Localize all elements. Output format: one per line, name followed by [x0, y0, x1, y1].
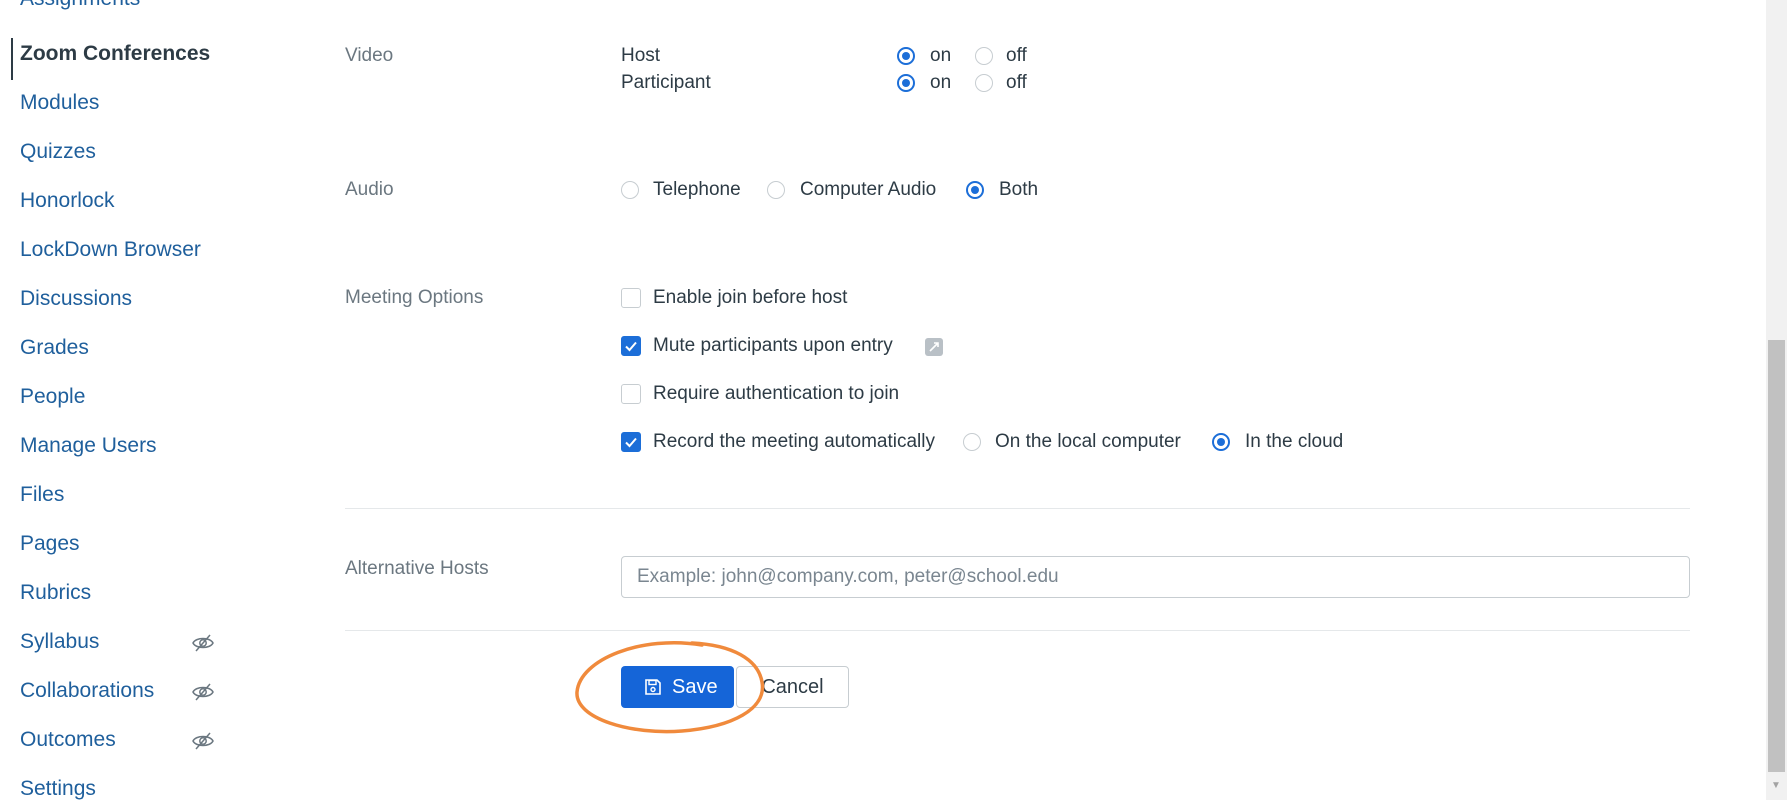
audio-both-radio[interactable] — [966, 181, 984, 199]
record-local-radio[interactable] — [963, 433, 981, 451]
sidebar-item-quizzes[interactable]: Quizzes — [20, 137, 96, 167]
host-video-off-label: off — [1006, 45, 1027, 66]
record-local-label: On the local computer — [995, 431, 1181, 452]
cancel-button[interactable]: Cancel — [736, 666, 849, 708]
eye-slash-icon — [192, 634, 214, 652]
host-video-on-label: on — [930, 45, 952, 66]
sidebar-item-lockdown-browser[interactable]: LockDown Browser — [20, 235, 201, 265]
section-divider — [345, 630, 1690, 631]
sidebar-item-rubrics[interactable]: Rubrics — [20, 578, 91, 608]
active-indicator — [11, 38, 13, 80]
save-button[interactable]: Save — [621, 666, 734, 708]
sidebar-item-files[interactable]: Files — [20, 480, 64, 510]
checkmark-icon — [625, 437, 637, 448]
participant-video-on-radio[interactable] — [897, 74, 915, 92]
mute-participants-label: Mute participants upon entry — [653, 335, 893, 356]
mute-participants-checkbox[interactable] — [621, 336, 641, 356]
sidebar-item-zoom-conferences[interactable]: Zoom Conferences — [20, 39, 210, 69]
checkmark-icon — [625, 341, 637, 352]
course-navigation: Assignments Zoom Conferences Modules Qui… — [0, 0, 260, 800]
save-button-label: Save — [672, 676, 718, 698]
floppy-disk-icon — [645, 679, 661, 695]
sidebar-item-discussions[interactable]: Discussions — [20, 284, 132, 314]
sidebar-item-grades[interactable]: Grades — [20, 333, 89, 363]
participant-video-off-radio[interactable] — [975, 74, 993, 92]
eye-slash-icon — [192, 732, 214, 750]
sidebar-item-outcomes[interactable]: Outcomes — [20, 725, 116, 755]
enable-join-before-host-label: Enable join before host — [653, 287, 848, 308]
require-authentication-label: Require authentication to join — [653, 383, 900, 404]
host-label: Host — [621, 45, 661, 66]
sidebar-item-people[interactable]: People — [20, 382, 85, 412]
sidebar-item-manage-users[interactable]: Manage Users — [20, 431, 157, 461]
eye-slash-icon — [192, 683, 214, 701]
require-authentication-checkbox[interactable] — [621, 384, 641, 404]
sidebar-item-modules[interactable]: Modules — [20, 88, 99, 118]
audio-telephone-label: Telephone — [653, 179, 741, 200]
audio-computer-radio[interactable] — [767, 181, 785, 199]
record-automatically-checkbox[interactable] — [621, 432, 641, 452]
audio-telephone-radio[interactable] — [621, 181, 639, 199]
participant-video-on-label: on — [930, 72, 952, 93]
host-video-on-radio[interactable] — [897, 47, 915, 65]
audio-computer-label: Computer Audio — [800, 179, 937, 200]
host-video-off-radio[interactable] — [975, 47, 993, 65]
sidebar-item-honorlock[interactable]: Honorlock — [20, 186, 115, 216]
scroll-down-arrow-icon[interactable]: ▼ — [1770, 780, 1782, 792]
record-automatically-label: Record the meeting automatically — [653, 431, 935, 452]
enable-join-before-host-checkbox[interactable] — [621, 288, 641, 308]
video-label: Video — [345, 45, 394, 66]
info-icon[interactable] — [925, 338, 943, 356]
participant-video-off-label: off — [1006, 72, 1027, 93]
record-cloud-radio[interactable] — [1212, 433, 1230, 451]
audio-both-label: Both — [999, 179, 1039, 200]
alternative-hosts-label: Alternative Hosts — [345, 558, 489, 579]
sidebar-item-collaborations[interactable]: Collaborations — [20, 676, 154, 706]
meeting-options-label: Meeting Options — [345, 287, 484, 308]
sidebar-item-cut-off: Assignments — [20, 0, 140, 11]
sidebar-item-syllabus[interactable]: Syllabus — [20, 627, 99, 657]
record-cloud-label: In the cloud — [1245, 431, 1344, 452]
participant-label: Participant — [621, 72, 711, 93]
sidebar-item-pages[interactable]: Pages — [20, 529, 80, 559]
scrollbar-thumb[interactable] — [1768, 340, 1785, 772]
audio-label: Audio — [345, 179, 394, 200]
alternative-hosts-input[interactable] — [621, 556, 1690, 598]
section-divider — [345, 508, 1690, 509]
